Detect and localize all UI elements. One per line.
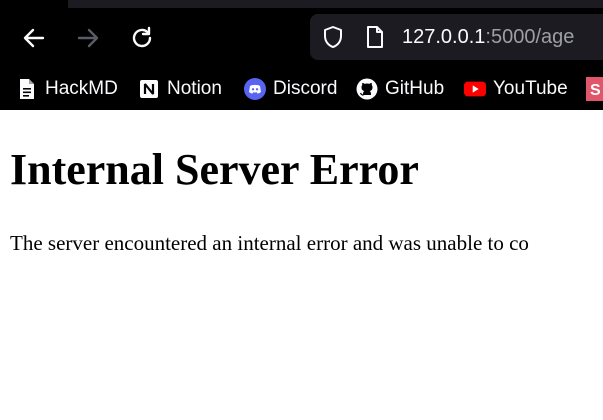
url-host: 127.0.0.1 (402, 26, 486, 48)
error-heading: Internal Server Error (10, 145, 419, 194)
bookmark-notion[interactable]: Notion (138, 76, 222, 102)
back-button[interactable] (18, 22, 50, 54)
github-icon (356, 78, 378, 100)
bookmark-partial-icon: S (586, 77, 603, 101)
url-path: :5000/age (485, 26, 575, 48)
error-message: The server encountered an internal error… (10, 231, 529, 255)
svg-text:S: S (590, 82, 601, 99)
reload-button[interactable] (126, 22, 158, 54)
active-tab-edge (68, 0, 603, 8)
back-arrow-icon (23, 28, 45, 48)
bookmark-label: HackMD (45, 78, 118, 99)
hackmd-icon (16, 78, 38, 100)
page-info-icon[interactable] (363, 25, 387, 49)
youtube-icon (464, 78, 486, 100)
bookmark-hackmd[interactable]: HackMD (16, 76, 118, 102)
bookmark-partial[interactable]: S (586, 76, 603, 102)
bookmark-label: Discord (273, 78, 338, 99)
discord-icon (244, 78, 266, 100)
url-text[interactable]: 127.0.0.1:5000/age (402, 24, 574, 50)
forward-button[interactable] (72, 22, 104, 54)
notion-icon (138, 78, 160, 100)
reload-icon (132, 26, 152, 48)
bookmark-label: YouTube (493, 78, 568, 99)
address-bar[interactable]: 127.0.0.1:5000/age (310, 14, 603, 60)
bookmark-discord[interactable]: Discord (244, 76, 337, 102)
browser-chrome: 127.0.0.1:5000/age HackMD Notion Discord… (0, 0, 603, 110)
bookmark-youtube[interactable]: YouTube (464, 76, 568, 102)
bookmark-github[interactable]: GitHub (356, 76, 444, 102)
page-content: Internal Server Error The server encount… (0, 110, 603, 420)
forward-arrow-icon (77, 28, 99, 48)
bookmark-label: GitHub (385, 78, 445, 99)
shield-icon[interactable] (321, 25, 345, 49)
bookmarks-toolbar: HackMD Notion Discord GitHub YouTube S (0, 72, 603, 106)
bookmark-label: Notion (167, 78, 222, 99)
